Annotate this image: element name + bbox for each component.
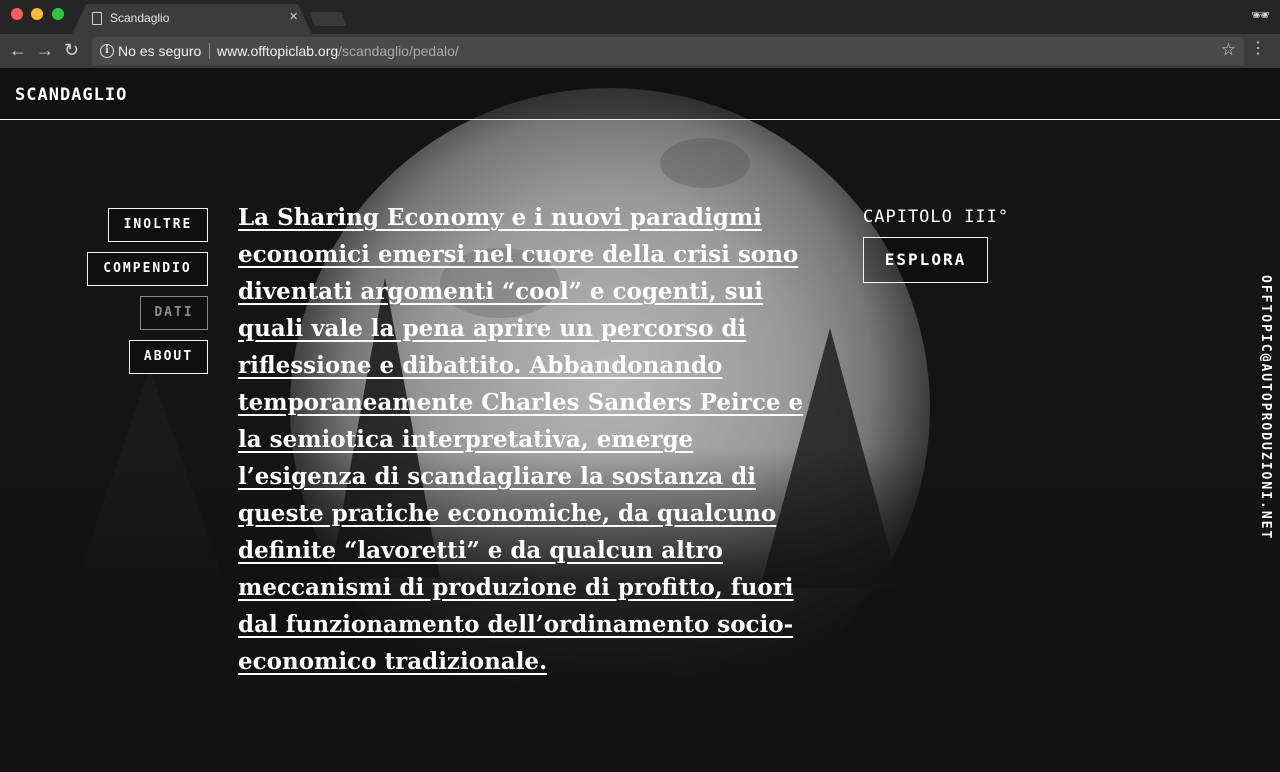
- tab-title: Scandaglio: [110, 11, 170, 25]
- address-bar[interactable]: i No es seguro www.offtopiclab.org/scand…: [92, 37, 1244, 65]
- esplora-button[interactable]: ESPLORA: [863, 237, 988, 283]
- contact-email[interactable]: OFFTOPIC@AUTOPRODUZIONI.NET: [1258, 275, 1273, 540]
- star-icon[interactable]: ☆: [1221, 40, 1236, 60]
- nav-item-compendio[interactable]: COMPENDIO: [87, 252, 208, 286]
- menu-icon[interactable]: ⋮: [1250, 39, 1266, 59]
- maximize-window-button[interactable]: [52, 8, 64, 20]
- page-icon: [92, 12, 102, 25]
- intro-paragraph[interactable]: La Sharing Economy e i nuovi paradigmi e…: [238, 199, 828, 680]
- url-separator: [209, 43, 210, 59]
- back-arrow-icon[interactable]: ←: [9, 40, 27, 60]
- browser-tab[interactable]: Scandaglio ×: [72, 4, 312, 34]
- forward-arrow-icon[interactable]: →: [36, 40, 54, 60]
- info-icon[interactable]: i: [100, 44, 114, 58]
- tab-close-icon[interactable]: ×: [289, 8, 298, 25]
- security-label[interactable]: No es seguro: [118, 43, 201, 59]
- page-viewport: SCANDAGLIO INOLTRE COMPENDIO DATI ABOUT …: [0, 68, 1280, 772]
- chapter-label: CAPITOLO III°: [863, 207, 1010, 227]
- url-text[interactable]: www.offtopiclab.org/scandaglio/pedalo/: [217, 43, 459, 59]
- url-host: www.offtopiclab.org: [217, 43, 339, 59]
- nav-item-inoltre[interactable]: INOLTRE: [108, 208, 208, 242]
- browser-toolbar: ← → ↻ i No es seguro www.offtopiclab.org…: [0, 34, 1280, 68]
- incognito-icon: 🕶: [1250, 7, 1270, 24]
- reload-icon[interactable]: ↻: [64, 40, 79, 60]
- nav-item-about[interactable]: ABOUT: [129, 340, 208, 374]
- moon-crater: [660, 138, 750, 188]
- browser-titlebar: Scandaglio × 🕶: [0, 0, 1280, 34]
- site-header: SCANDAGLIO: [0, 68, 1280, 120]
- site-logo[interactable]: SCANDAGLIO: [15, 85, 127, 105]
- minimize-window-button[interactable]: [31, 8, 43, 20]
- close-window-button[interactable]: [11, 8, 23, 20]
- url-path: /scandaglio/pedalo/: [338, 43, 459, 59]
- nav-item-dati[interactable]: DATI: [140, 296, 208, 330]
- new-tab-button[interactable]: [309, 12, 347, 26]
